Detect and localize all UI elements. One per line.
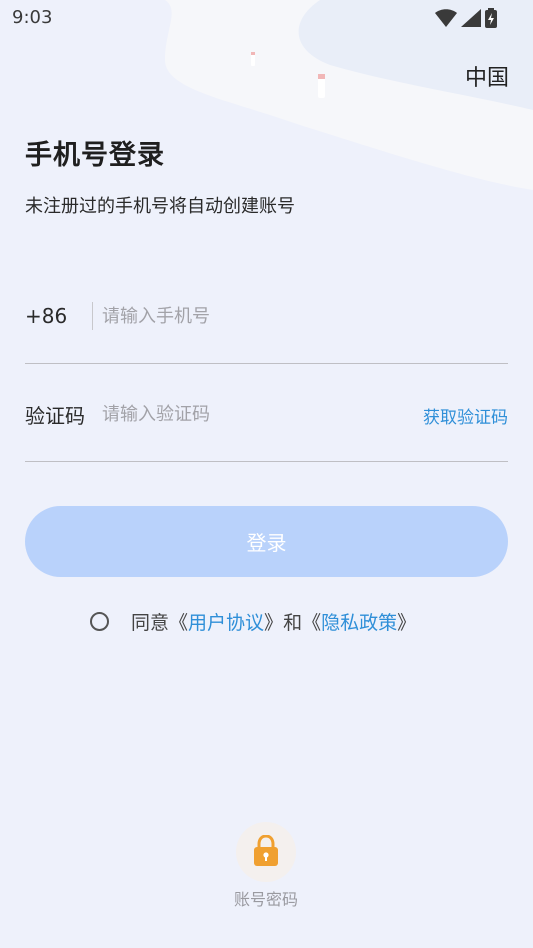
status-bar: 9:03: [0, 0, 533, 36]
close-bracket: 》: [264, 612, 284, 634]
wifi-icon: [435, 9, 457, 27]
agreement-prefix: 同意: [131, 612, 170, 634]
region-selector[interactable]: 中国: [465, 60, 509, 92]
open-bracket: 《: [169, 612, 189, 634]
privacy-policy-link[interactable]: 隐私政策: [321, 608, 397, 635]
code-input[interactable]: [102, 400, 342, 428]
lock-icon: [254, 835, 278, 866]
country-code[interactable]: +86: [25, 304, 67, 328]
agreement-and: 和: [283, 612, 303, 634]
login-button[interactable]: 登录: [25, 506, 508, 577]
get-code-button[interactable]: 获取验证码: [423, 403, 508, 428]
phone-input[interactable]: [102, 302, 402, 330]
status-icons: [435, 8, 497, 28]
password-login-button[interactable]: 账号密码: [232, 822, 300, 910]
close-bracket: 》: [397, 612, 417, 634]
status-time: 9:03: [12, 7, 53, 28]
signal-icon: [461, 9, 481, 27]
phone-row: +86: [25, 266, 508, 364]
password-login-label: 账号密码: [233, 890, 298, 909]
user-agreement-link[interactable]: 用户协议: [188, 608, 264, 635]
agreement: 同意 《 用户协议 》 和 《 隐私政策 》: [90, 608, 416, 635]
code-row: 验证码 获取验证码: [25, 364, 508, 462]
divider: [92, 302, 93, 330]
open-bracket: 《: [302, 612, 322, 634]
agreement-checkbox[interactable]: [90, 612, 109, 631]
lock-circle: [236, 822, 296, 882]
login-screen: 9:03 中国 手机号登录 未注册过的手机号将自动创建账号 +86 验证码 获取…: [0, 0, 533, 948]
battery-icon: [485, 8, 497, 28]
page-title: 手机号登录: [25, 140, 165, 171]
code-label: 验证码: [25, 404, 85, 428]
page-subtitle: 未注册过的手机号将自动创建账号: [25, 196, 295, 217]
